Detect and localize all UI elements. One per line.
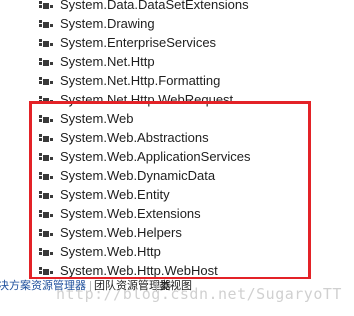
reference-item[interactable]: System.Web [0,109,354,128]
reference-label: System.Net.Http.WebRequest [60,92,234,107]
assembly-reference-icon [39,189,53,200]
tool-window-tabs: 决方案资源管理器 团队资源管理器 类视图 [0,279,354,293]
reference-label: System.Web [60,111,134,126]
assembly-reference-icon [39,246,53,257]
reference-item[interactable]: System.Web.Extensions [0,204,354,223]
tab-solution-explorer[interactable]: 决方案资源管理器 [0,279,86,293]
reference-item[interactable]: System.EnterpriseServices [0,33,354,52]
references-tree: System.Data.DataSetExtensions System.Draw… [0,0,354,280]
assembly-reference-icon [39,151,53,162]
reference-label: System.Net.Http.Formatting [60,73,221,88]
assembly-reference-icon [39,265,53,276]
solution-explorer-references: System.Data.DataSetExtensions System.Draw… [0,0,354,316]
reference-item[interactable]: System.Data.DataSetExtensions [0,0,354,14]
reference-label: System.Web.Http [60,244,161,259]
reference-item[interactable]: System.Web.Http.WebHost [0,261,354,280]
reference-item[interactable]: System.Web.Abstractions [0,128,354,147]
reference-label: System.Data.DataSetExtensions [60,0,249,12]
assembly-reference-icon [39,0,53,10]
assembly-reference-icon [39,227,53,238]
reference-label: System.Web.Http.WebHost [60,263,218,278]
reference-label: System.Web.Abstractions [60,130,209,145]
assembly-reference-icon [39,94,53,105]
reference-item[interactable]: System.Drawing [0,14,354,33]
assembly-reference-icon [39,37,53,48]
assembly-reference-icon [39,113,53,124]
reference-label: System.EnterpriseServices [60,35,217,50]
reference-label: System.Web.ApplicationServices [60,149,251,164]
assembly-reference-icon [39,132,53,143]
reference-label: System.Drawing [60,16,155,31]
reference-item[interactable]: System.Web.Entity [0,185,354,204]
reference-label: System.Web.Entity [60,187,170,202]
reference-item[interactable]: System.Web.ApplicationServices [0,147,354,166]
tab-separator [156,281,157,291]
assembly-reference-icon [39,18,53,29]
reference-item[interactable]: System.Net.Http [0,52,354,71]
reference-label: System.Web.DynamicData [60,168,216,183]
assembly-reference-icon [39,170,53,181]
reference-item[interactable]: System.Net.Http.WebRequest [0,90,354,109]
tab-separator [90,281,91,291]
tab-class-view[interactable]: 类视图 [159,279,192,293]
reference-label: System.Web.Helpers [60,225,182,240]
reference-item[interactable]: System.Web.Helpers [0,223,354,242]
reference-label: System.Net.Http [60,54,155,69]
assembly-reference-icon [39,75,53,86]
assembly-reference-icon [39,56,53,67]
assembly-reference-icon [39,208,53,219]
reference-item[interactable]: System.Web.Http [0,242,354,261]
reference-item[interactable]: System.Web.DynamicData [0,166,354,185]
reference-label: System.Web.Extensions [60,206,201,221]
reference-item[interactable]: System.Net.Http.Formatting [0,71,354,90]
